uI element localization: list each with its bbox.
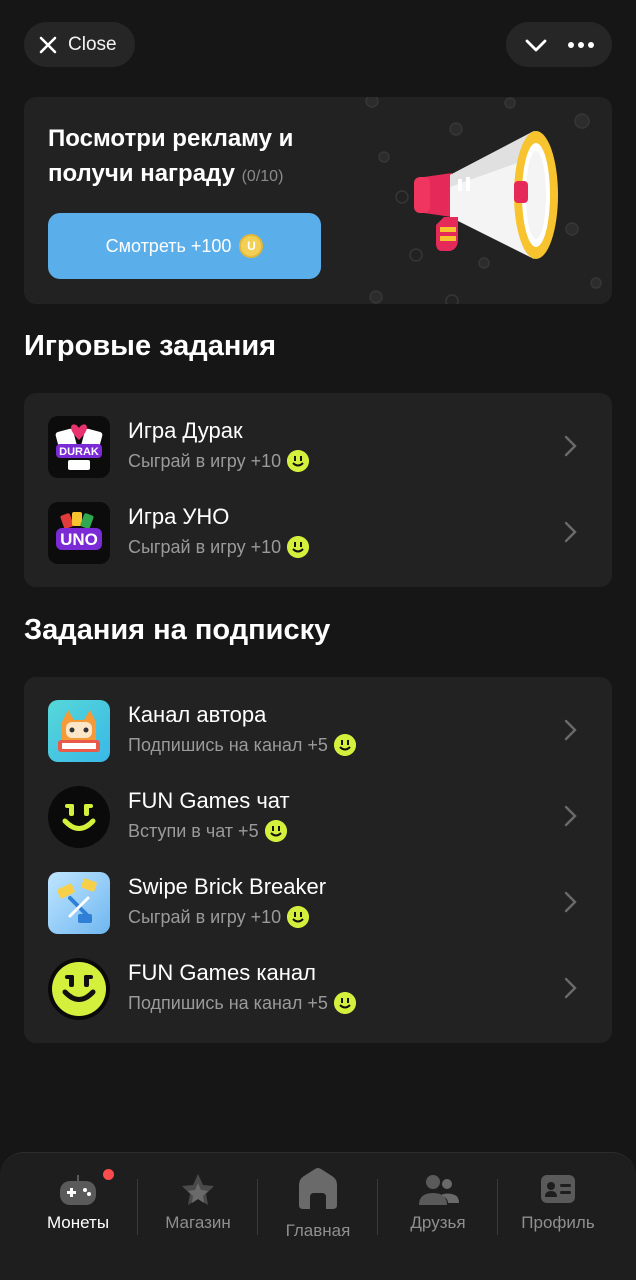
close-label: Close bbox=[68, 33, 117, 55]
author-channel-icon bbox=[48, 700, 110, 762]
task-subtitle-text: Сыграй в игру +10 bbox=[128, 450, 282, 471]
uno-game-icon: UNO bbox=[48, 502, 110, 564]
watch-ad-button[interactable]: Смотреть +100 U bbox=[48, 213, 321, 279]
promo-counter: (0/10) bbox=[241, 168, 284, 185]
coin-letter: U bbox=[247, 239, 256, 253]
coin-icon: U bbox=[239, 234, 264, 258]
close-button[interactable]: Close bbox=[24, 22, 135, 67]
task-subtitle: Подпишись на канал +5 bbox=[128, 992, 356, 1014]
smile-coin-icon bbox=[264, 820, 287, 842]
chevron-right-icon bbox=[564, 521, 577, 543]
home-icon bbox=[299, 1168, 337, 1209]
chevron-right-icon bbox=[564, 805, 577, 827]
task-subtitle-text: Подпишись на канал +5 bbox=[128, 734, 328, 755]
task-subtitle: Сыграй в игру +10 bbox=[128, 536, 310, 558]
friends-icon bbox=[419, 1175, 459, 1205]
nav-item-profile[interactable]: Профиль bbox=[498, 1153, 618, 1280]
task-subtitle-text: Сыграй в игру +10 bbox=[128, 906, 282, 927]
durak-game-icon: DURAK bbox=[48, 416, 110, 478]
task-row-fun-games-chat[interactable]: FUN Games чат Вступи в чат +5 bbox=[24, 774, 612, 860]
watch-ad-button-label: Смотреть +100 bbox=[105, 235, 232, 256]
task-title: FUN Games чат bbox=[128, 788, 290, 813]
subscription-tasks-title: Задания на подписку bbox=[24, 614, 331, 646]
task-row-fun-games-channel[interactable]: FUN Games канал Подпишись на канал +5 bbox=[24, 946, 612, 1032]
smile-coin-icon bbox=[287, 536, 310, 558]
shop-star-icon bbox=[182, 1174, 214, 1205]
task-subtitle-text: Вступи в чат +5 bbox=[128, 820, 259, 841]
nav-label: Профиль bbox=[521, 1213, 595, 1232]
chevron-right-icon bbox=[564, 719, 577, 741]
task-subtitle-text: Подпишись на канал +5 bbox=[128, 992, 328, 1013]
promo-title: Посмотри рекламу и получи награду (0/10) bbox=[48, 121, 358, 194]
svg-text:DURAK: DURAK bbox=[59, 446, 99, 458]
task-subtitle-text: Сыграй в игру +10 bbox=[128, 536, 282, 557]
nav-item-shop[interactable]: Магазин bbox=[138, 1153, 258, 1280]
task-row-author-channel[interactable]: Канал автора Подпишись на канал +5 bbox=[24, 688, 612, 774]
chevron-right-icon bbox=[564, 891, 577, 913]
bottom-nav: Монеты Магазин Главная Друзья Профиль bbox=[0, 1152, 636, 1280]
gamepad-icon bbox=[60, 1175, 96, 1205]
nav-label: Монеты bbox=[46, 1213, 110, 1232]
nav-label: Магазин bbox=[165, 1213, 231, 1232]
nav-label: Главная bbox=[285, 1221, 351, 1240]
task-title: Игра Дурак bbox=[128, 418, 243, 443]
smile-coin-icon bbox=[287, 450, 310, 472]
task-subtitle: Подпишись на канал +5 bbox=[128, 734, 356, 756]
smile-coin-icon bbox=[333, 734, 356, 756]
subscription-tasks-card: Канал автора Подпишись на канал +5 FUN G… bbox=[24, 677, 612, 1043]
nav-item-home[interactable]: Главная bbox=[258, 1153, 378, 1280]
task-title: Swipe Brick Breaker bbox=[128, 874, 327, 899]
fun-games-chat-icon bbox=[48, 786, 110, 848]
smile-coin-icon bbox=[333, 992, 356, 1014]
swipe-brick-breaker-icon bbox=[48, 872, 110, 934]
more-dots-icon[interactable] bbox=[567, 40, 595, 50]
notification-dot bbox=[103, 1169, 114, 1180]
task-subtitle: Сыграй в игру +10 bbox=[128, 906, 310, 928]
game-tasks-card: DURAK Игра Дурак Сыграй в игру +10 UNO И… bbox=[24, 393, 612, 587]
fun-games-channel-icon bbox=[48, 958, 110, 1020]
task-title: Канал автора bbox=[128, 702, 267, 727]
menu-pill bbox=[506, 22, 612, 67]
top-bar: Close bbox=[0, 0, 636, 90]
watch-ad-promo-card: Посмотри рекламу и получи награду (0/10)… bbox=[24, 97, 612, 304]
close-icon bbox=[39, 36, 57, 53]
chevron-right-icon bbox=[564, 435, 577, 457]
smile-coin-icon bbox=[287, 906, 310, 928]
task-subtitle: Вступи в чат +5 bbox=[128, 820, 287, 842]
task-title: FUN Games канал bbox=[128, 960, 316, 985]
task-row-durak[interactable]: DURAK Игра Дурак Сыграй в игру +10 bbox=[24, 404, 612, 490]
nav-item-coins[interactable]: Монеты bbox=[18, 1153, 138, 1280]
chevron-right-icon bbox=[564, 977, 577, 999]
megaphone-icon bbox=[414, 131, 558, 259]
task-row-uno[interactable]: UNO Игра УНО Сыграй в игру +10 bbox=[24, 490, 612, 576]
task-title: Игра УНО bbox=[128, 504, 230, 529]
game-tasks-title: Игровые задания bbox=[24, 330, 277, 362]
svg-text:UNO: UNO bbox=[60, 530, 98, 549]
task-row-swipe-brick-breaker[interactable]: Swipe Brick Breaker Сыграй в игру +10 bbox=[24, 860, 612, 946]
profile-card-icon bbox=[541, 1175, 575, 1203]
nav-label: Друзья bbox=[410, 1213, 466, 1232]
chevron-down-icon[interactable] bbox=[523, 32, 549, 58]
task-subtitle: Сыграй в игру +10 bbox=[128, 450, 310, 472]
nav-item-friends[interactable]: Друзья bbox=[378, 1153, 498, 1280]
